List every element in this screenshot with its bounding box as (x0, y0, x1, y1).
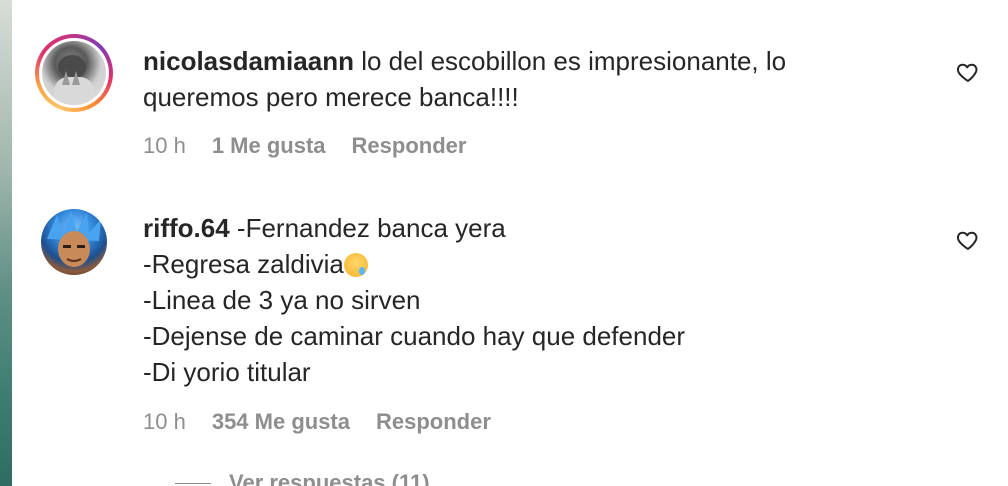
comment-username[interactable]: nicolasdamiaann (143, 46, 354, 76)
comment-text: -Di yorio titular (143, 357, 311, 387)
reply-button[interactable]: Responder (376, 409, 491, 435)
comment-time[interactable]: 10 h (143, 409, 186, 435)
likes-count[interactable]: 354 Me gusta (212, 409, 350, 435)
comment-meta-2: 10 h 354 Me gusta Responder (143, 409, 491, 435)
crying-face-emoji (343, 253, 368, 277)
reply-button[interactable]: Responder (352, 133, 467, 159)
avatar (42, 41, 106, 105)
story-avatar-nicolasdamiaann[interactable] (35, 34, 113, 112)
view-replies-button[interactable]: Ver respuestas (11) (175, 470, 430, 486)
comment-text: -Fernandez banca yera (229, 213, 506, 243)
likes-count[interactable]: 1 Me gusta (212, 133, 326, 159)
background-edge (0, 0, 12, 486)
avatar-riffo64[interactable] (41, 209, 107, 275)
comment-text: lo del escobillon es impresionante, lo (353, 46, 787, 76)
comment-text: queremos pero merece banca!!!! (143, 82, 519, 112)
comment-body-2: riffo.64 -Fernandez banca yera -Regresa … (143, 210, 903, 390)
comment-body-1: nicolasdamiaann lo del escobillon es imp… (143, 43, 903, 115)
view-replies-label: Ver respuestas (11) (229, 470, 430, 486)
comment-time[interactable]: 10 h (143, 133, 186, 159)
comment-username[interactable]: riffo.64 (143, 213, 230, 243)
replies-divider (175, 482, 211, 484)
comment-text: -Dejense de caminar cuando hay que defen… (143, 321, 686, 351)
comment-text: -Linea de 3 ya no sirven (143, 285, 421, 315)
heart-icon[interactable] (956, 60, 980, 84)
comments-panel: nicolasdamiaann lo del escobillon es imp… (0, 0, 1008, 486)
comment-text: -Regresa zaldivia (143, 249, 344, 279)
heart-icon[interactable] (956, 228, 980, 252)
comment-meta-1: 10 h 1 Me gusta Responder (143, 133, 466, 159)
